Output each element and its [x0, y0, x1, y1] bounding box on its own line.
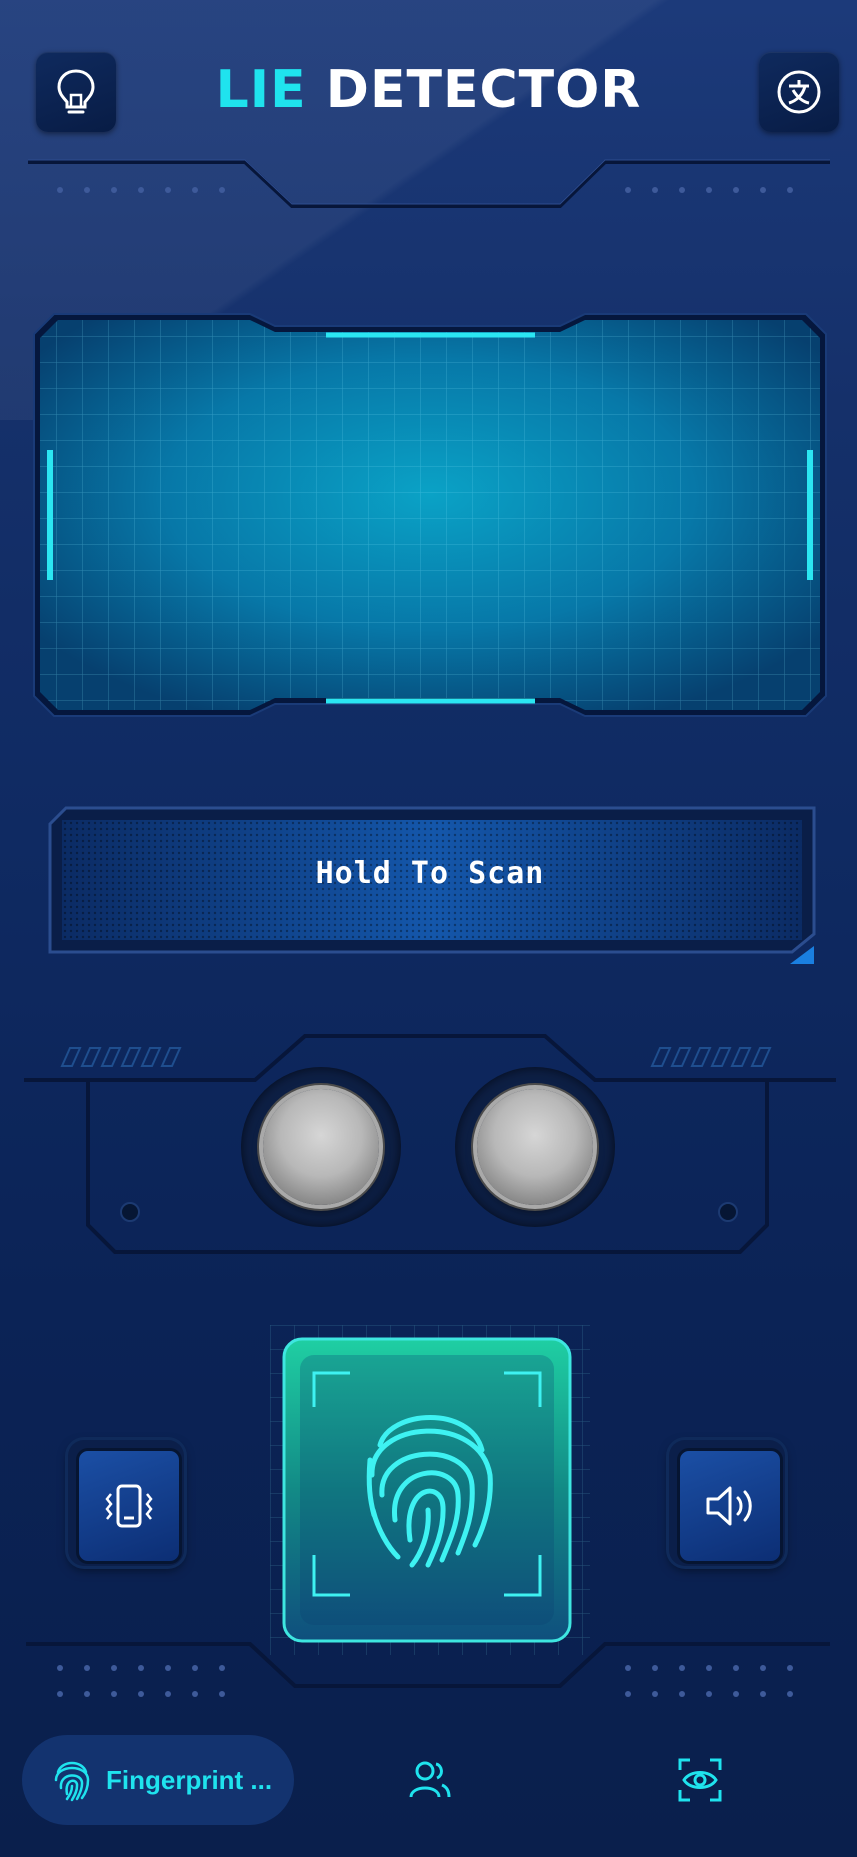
nav-tab-fingerprint[interactable]: Fingerprint ...	[22, 1735, 294, 1825]
control-deck	[24, 1034, 836, 1254]
title-main: DETECTOR	[325, 60, 642, 120]
speaker-icon	[706, 1486, 752, 1526]
header-frame	[28, 159, 830, 208]
scan-status-text: Hold To Scan	[315, 855, 545, 891]
eye-scan-icon	[678, 1758, 722, 1802]
language-button[interactable]	[759, 52, 839, 132]
vibration-toggle-button[interactable]	[68, 1440, 184, 1566]
nav-tab-eye-scan[interactable]	[670, 1752, 730, 1808]
users-icon	[409, 1761, 451, 1798]
left-indicator-knob	[241, 1067, 401, 1227]
fingerprint-scanner-button[interactable]	[270, 1325, 590, 1655]
right-indicator-knob	[455, 1067, 615, 1227]
scanner-screen	[33, 313, 827, 717]
fingerprint-icon	[54, 1761, 90, 1802]
app-title: LIE DETECTOR	[0, 60, 857, 120]
sound-toggle-button[interactable]	[669, 1440, 785, 1566]
title-accent: LIE	[215, 60, 307, 120]
vibrate-icon	[105, 1484, 153, 1528]
translate-icon	[777, 70, 821, 114]
nav-tab-users[interactable]	[400, 1755, 460, 1805]
bottom-frame	[26, 1642, 830, 1697]
nav-tab-fingerprint-label: Fingerprint ...	[106, 1764, 273, 1795]
